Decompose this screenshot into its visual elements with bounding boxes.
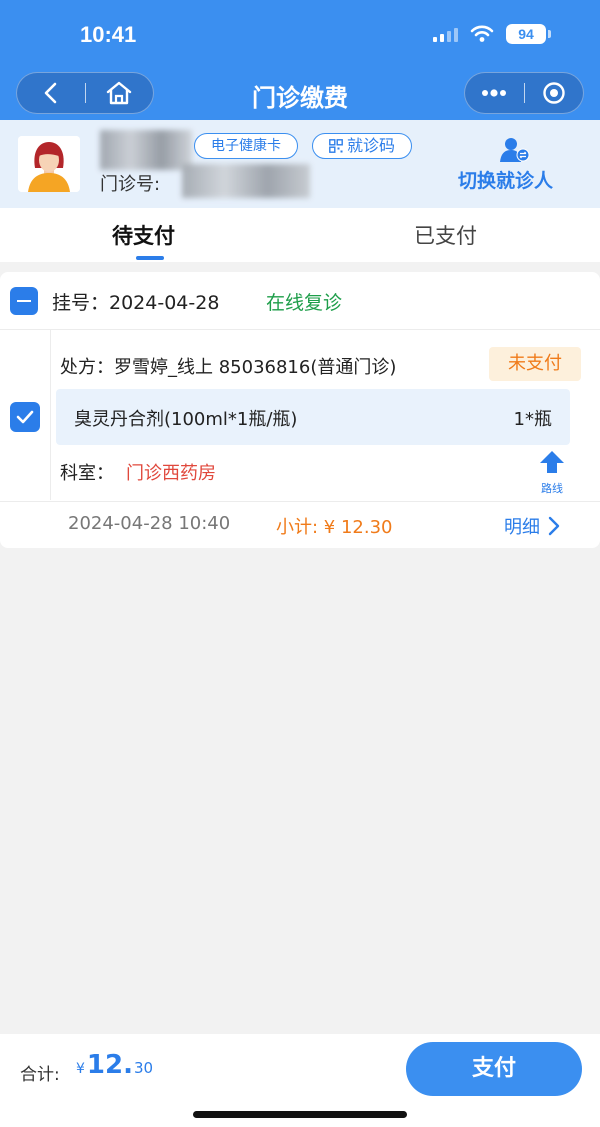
switch-patient-button[interactable]: 切换就诊人 (458, 166, 553, 193)
battery-indicator: 94 (506, 24, 551, 44)
qr-code-icon (329, 139, 343, 153)
detail-link[interactable]: 明细 (504, 513, 560, 539)
total-currency: ¥ (76, 1061, 85, 1077)
visit-code-label: 就诊码 (346, 136, 395, 155)
home-indicator (193, 1111, 407, 1118)
status-time: 10:41 (80, 22, 137, 47)
close-miniapp-button[interactable] (524, 72, 583, 114)
patient-name-redacted (100, 130, 192, 170)
total-integer: 12. (86, 1050, 133, 1080)
tab-paid[interactable]: 已支付 (414, 220, 477, 250)
total-decimal: 30 (133, 1059, 154, 1077)
route-label: 路线 (541, 482, 563, 495)
registration-date: 挂号：2024-04-28 (52, 292, 220, 314)
switch-patient-icon[interactable] (500, 137, 530, 167)
tab-pending[interactable]: 待支付 (112, 220, 175, 250)
chevron-right-icon (548, 516, 560, 536)
target-circle-icon (543, 82, 565, 104)
checkmark-icon (16, 410, 34, 424)
order-card: 挂号：2024-04-28 在线复诊 处方：罗雪婷_线上 85036816(普通… (0, 272, 600, 548)
select-all-checkbox[interactable] (10, 287, 38, 315)
total-label: 合计: (20, 1065, 60, 1085)
department-label: 科室： (60, 463, 114, 484)
payment-tabs: 待支付 已支付 (0, 208, 600, 262)
more-button[interactable] (465, 72, 524, 114)
route-arrow-icon (540, 451, 564, 473)
clinic-number-redacted (182, 164, 310, 198)
patient-avatar-icon (18, 136, 80, 192)
wifi-icon (470, 25, 494, 42)
clinic-number-label: 门诊号: (100, 174, 161, 195)
tab-active-indicator (136, 256, 164, 260)
total-amount: ¥ 12. 30 (76, 1050, 153, 1080)
registration-type: 在线复诊 (266, 292, 343, 314)
drug-name: 臭灵丹合剂(100ml*1瓶/瓶) (74, 409, 298, 430)
department-value: 门诊西药房 (126, 463, 216, 484)
order-time: 2024-04-28 10:40 (68, 513, 231, 534)
visit-code-button[interactable]: 就诊码 (312, 133, 412, 159)
subtotal: 小计: ¥ 12.30 (276, 517, 393, 538)
divider (0, 501, 600, 502)
status-icons: 94 (433, 24, 551, 44)
more-dots-icon (482, 89, 507, 97)
prescription-info: 处方：罗雪婷_线上 85036816(普通门诊) (60, 357, 397, 378)
detail-label: 明细 (504, 517, 540, 538)
health-card-button[interactable]: 电子健康卡 (194, 133, 298, 159)
status-badge: 未支付 (489, 347, 581, 381)
divider (0, 329, 600, 330)
route-button[interactable]: 路线 (534, 450, 570, 496)
footer-bar: 合计: ¥ 12. 30 支付 (0, 1034, 600, 1127)
drug-quantity: 1*瓶 (513, 409, 552, 430)
user-switch-icon (500, 138, 530, 162)
signal-icon (433, 26, 458, 42)
top-bar: 10:41 94 门诊缴费 (0, 0, 600, 120)
drug-item: 臭灵丹合剂(100ml*1瓶/瓶) 1*瓶 (56, 389, 570, 445)
avatar (18, 136, 80, 192)
nav-capsule-right (464, 72, 584, 114)
divider (50, 330, 51, 500)
pay-button[interactable]: 支付 (406, 1042, 582, 1096)
prescription-checkbox[interactable] (10, 402, 40, 432)
